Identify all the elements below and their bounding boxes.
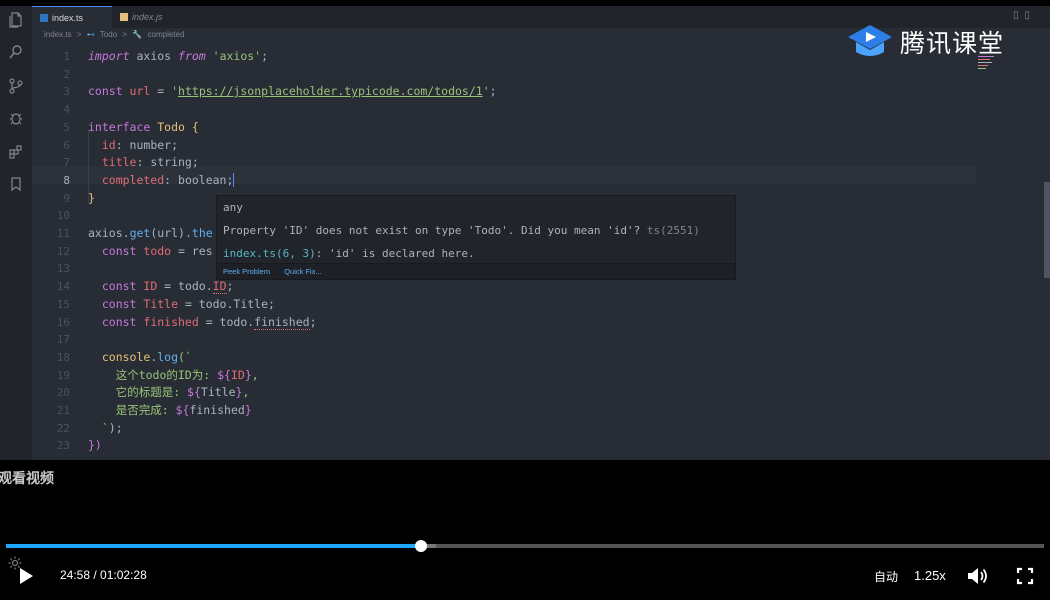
hover-tooltip: any Property 'ID' does not exist on type… xyxy=(216,195,736,280)
property-symbol-icon: 🔧 xyxy=(132,30,143,39)
code-line-15: const Title = todo.Title; xyxy=(88,296,275,311)
line-number: 7 xyxy=(63,156,70,170)
play-button[interactable] xyxy=(16,566,36,586)
time-display: 24:58 / 01:02:28 xyxy=(60,568,147,582)
tab-label: index.js xyxy=(132,12,163,22)
search-icon[interactable] xyxy=(6,44,26,64)
editor-actions: ▯▯ xyxy=(1013,10,1036,21)
progress-knob[interactable] xyxy=(414,540,427,552)
video-frame: index.ts index.js ▯▯ index.ts > ⊷ Todo >… xyxy=(0,6,1050,460)
line-number: 11 xyxy=(56,227,70,240)
line-number: 18 xyxy=(56,350,70,364)
minimap[interactable] xyxy=(976,42,1042,460)
code-line-18: console.log(` xyxy=(88,349,192,364)
code-line-22: `); xyxy=(88,420,123,435)
tencent-classroom-watermark: 腾讯课堂 xyxy=(846,22,1026,62)
interface-symbol-icon: ⊷ xyxy=(86,30,95,39)
line-number: 20 xyxy=(56,386,70,400)
current-time: 24:58 xyxy=(60,568,91,582)
watch-video-label: 观看视频 xyxy=(0,471,54,487)
bookmark-icon[interactable] xyxy=(6,176,26,196)
hover-type: any xyxy=(223,201,243,214)
breadcrumb-file[interactable]: index.ts xyxy=(44,30,72,39)
hover-declaration: index.ts(6, 3): 'id' is declared here. xyxy=(223,247,475,260)
breadcrumb-separator: > xyxy=(122,30,128,39)
line-number: 2 xyxy=(63,67,70,81)
volume-icon xyxy=(968,568,987,584)
line-number: 14 xyxy=(56,280,70,294)
code-line-21: 是否完成: ${finished} xyxy=(88,403,252,417)
line-number: 4 xyxy=(63,103,70,117)
url-link[interactable]: https://jsonplaceholder.typicode.com/tod… xyxy=(178,84,483,98)
watermark-text: 腾讯课堂 xyxy=(900,29,1005,58)
line-number: 3 xyxy=(63,85,70,99)
code-line-20: 它的标题是: ${Title}, xyxy=(88,385,250,400)
video-progress-bar[interactable] xyxy=(6,540,1044,552)
code-line-7: title: string; xyxy=(88,155,199,170)
typescript-file-icon xyxy=(40,14,48,22)
code-line-9: } xyxy=(88,190,95,205)
line-number: 19 xyxy=(56,368,70,382)
duration: 01:02:28 xyxy=(100,568,147,582)
error-squiggle[interactable]: finished xyxy=(254,314,310,330)
quality-button[interactable]: 自动 xyxy=(874,568,898,585)
quick-fix-link[interactable]: Quick Fix... xyxy=(284,267,322,276)
line-number: 22 xyxy=(56,421,70,435)
declaration-link[interactable]: index.ts(6, 3) xyxy=(223,247,316,260)
line-number: 6 xyxy=(63,138,70,152)
debug-icon[interactable] xyxy=(6,110,26,130)
code-line-12: const todo = res xyxy=(88,243,213,258)
line-number: 8 xyxy=(63,173,70,187)
tab-index-js[interactable]: index.js xyxy=(112,6,192,28)
javascript-file-icon xyxy=(120,13,128,21)
breadcrumb-interface[interactable]: Todo xyxy=(100,30,117,39)
line-number: 17 xyxy=(56,333,70,347)
line-number: 15 xyxy=(56,297,70,311)
breadcrumb-separator: > xyxy=(76,30,82,39)
line-number: 16 xyxy=(56,315,70,329)
line-number: 5 xyxy=(63,120,70,134)
split-editor-icon[interactable]: ▯▯ xyxy=(1013,10,1036,21)
error-squiggle[interactable]: ID xyxy=(212,279,227,295)
explorer-icon[interactable] xyxy=(6,12,26,32)
time-separator: / xyxy=(90,568,101,582)
vertical-scrollbar[interactable] xyxy=(1044,182,1050,278)
line-number: 1 xyxy=(63,50,70,63)
breadcrumb-property[interactable]: completed xyxy=(148,30,185,39)
hover-error-message: Property 'ID' does not exist on type 'To… xyxy=(223,224,700,237)
code-line-6: id: number; xyxy=(88,137,179,152)
extensions-icon[interactable] xyxy=(6,144,26,164)
hover-actions: Peek Problem Quick Fix... xyxy=(217,263,735,279)
fullscreen-icon xyxy=(1016,567,1034,585)
code-line-3: const url = 'https://jsonplaceholder.typ… xyxy=(88,84,497,99)
progress-fill xyxy=(6,544,421,548)
code-line-5: interface Todo { xyxy=(88,119,199,134)
line-number: 13 xyxy=(56,262,70,276)
code-line-14: const ID = todo.ID; xyxy=(88,279,234,295)
play-icon xyxy=(20,568,33,584)
code-line-1: import axios from 'axios'; xyxy=(88,49,269,63)
playback-speed-button[interactable]: 1.25x xyxy=(914,568,946,583)
breadcrumb: index.ts > ⊷ Todo > 🔧 completed xyxy=(32,28,432,42)
tab-index-ts[interactable]: index.ts xyxy=(32,6,112,28)
peek-problem-link[interactable]: Peek Problem xyxy=(223,267,270,276)
fullscreen-button[interactable] xyxy=(1016,567,1034,585)
code-line-23: }) xyxy=(88,438,102,453)
tab-label: index.ts xyxy=(52,13,84,23)
activity-bar xyxy=(0,6,32,460)
text-cursor xyxy=(233,173,235,188)
line-number: 10 xyxy=(56,209,70,223)
code-line-8: completed: boolean; xyxy=(88,172,235,188)
code-line-19: 这个todo的ID为: ${ID}, xyxy=(88,367,259,382)
line-number: 9 xyxy=(63,191,70,205)
line-number: 21 xyxy=(56,404,70,417)
volume-button[interactable] xyxy=(966,565,988,587)
line-number: 12 xyxy=(56,244,70,258)
code-line-16: const finished = todo.finished; xyxy=(88,314,317,330)
line-number: 23 xyxy=(56,439,70,453)
source-control-icon[interactable] xyxy=(6,78,26,98)
code-line-11: axios.get(url).the xyxy=(88,226,213,240)
tencent-classroom-logo-icon xyxy=(848,25,892,56)
